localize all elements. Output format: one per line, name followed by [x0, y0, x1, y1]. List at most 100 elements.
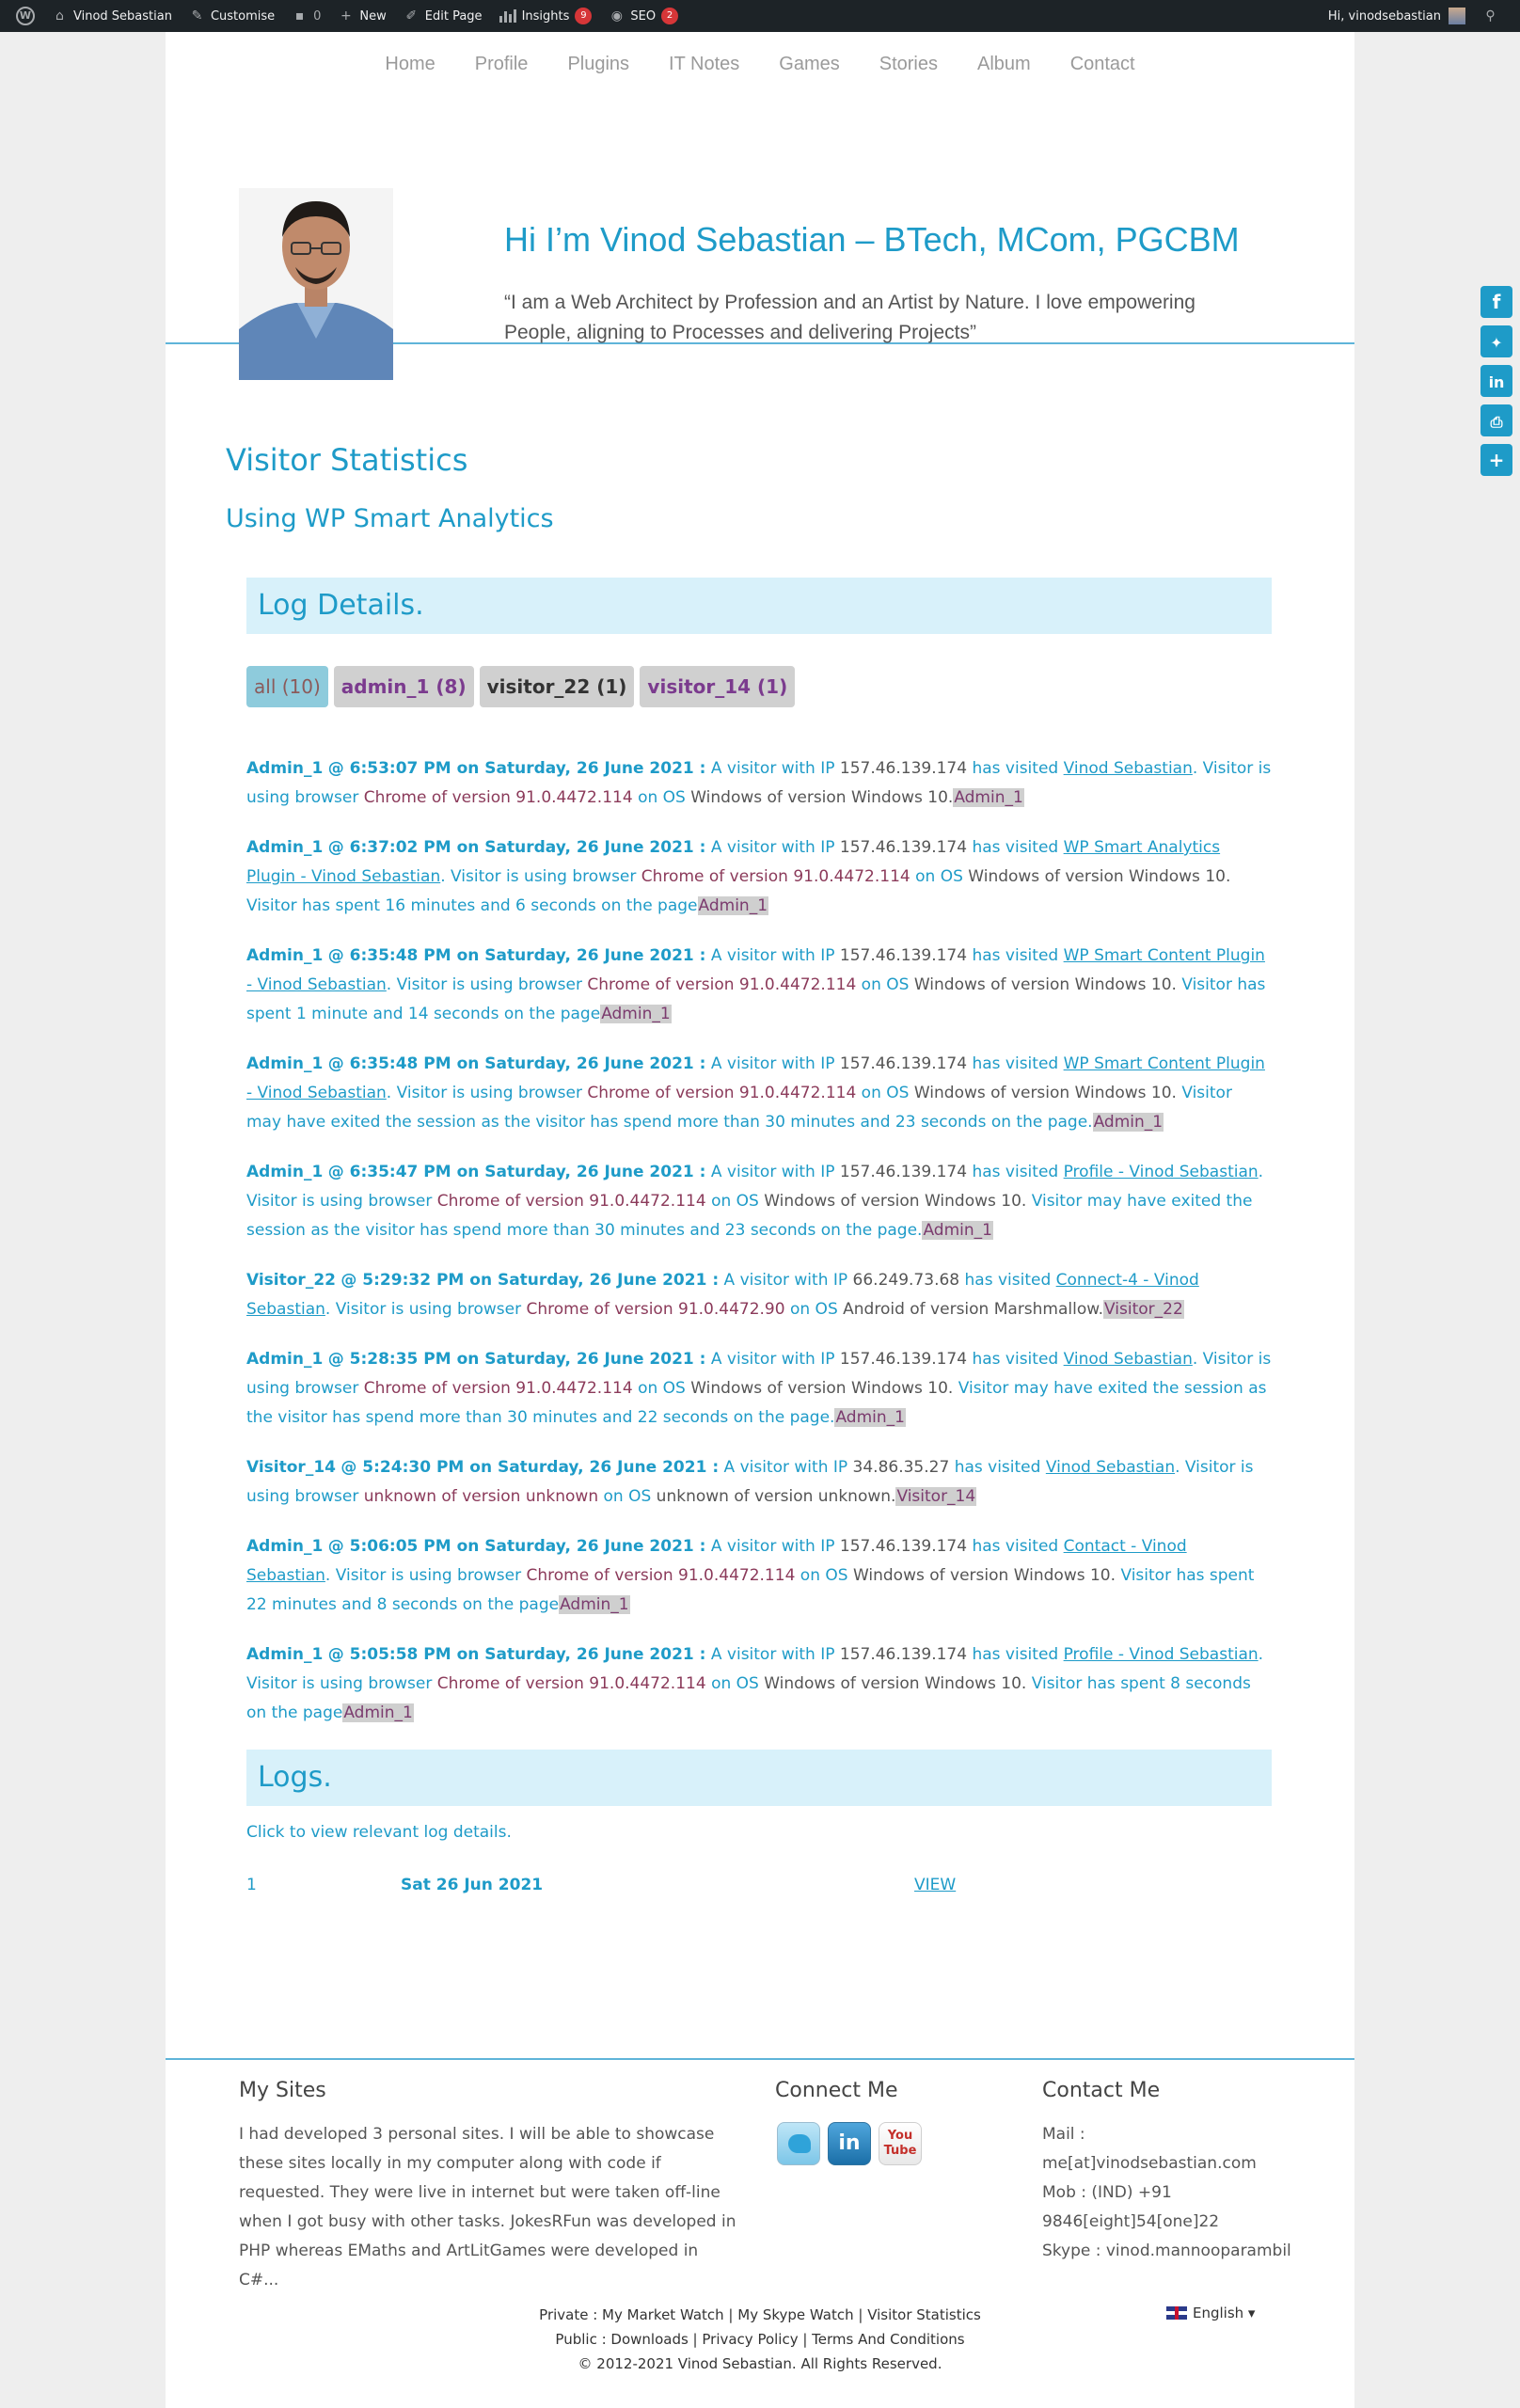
log-page-link[interactable]: Profile - Vinod Sebastian: [1064, 1645, 1259, 1664]
log-text: A visitor with IP: [705, 946, 840, 965]
twitter-share-button[interactable]: ✦: [1480, 325, 1512, 357]
print-share-button[interactable]: ⎙: [1480, 404, 1512, 436]
plus-icon: +: [340, 8, 352, 24]
search-button[interactable]: ⚲: [1474, 0, 1512, 32]
nav-item-contact[interactable]: Contact: [1051, 54, 1155, 75]
log-user-tag: Admin_1: [559, 1595, 630, 1614]
log-ip: 66.249.73.68: [852, 1271, 960, 1290]
log-text: on OS: [598, 1487, 657, 1506]
contact-line: me[at]vinodsebastian.com: [1042, 2154, 1257, 2173]
log-text: has visited: [967, 759, 1064, 778]
log-text: on OS: [705, 1674, 765, 1693]
home-icon: ⌂: [55, 8, 64, 24]
log-user: Admin_1: [246, 1350, 324, 1369]
log-ip: 157.46.139.174: [839, 1645, 968, 1664]
site-name-menu[interactable]: ⌂ Vinod Sebastian: [43, 0, 181, 32]
log-page-link[interactable]: Vinod Sebastian: [1064, 759, 1193, 778]
log-text: . Visitor is using browser: [440, 867, 641, 886]
log-ip: 157.46.139.174: [839, 1054, 968, 1073]
linkedin-icon: in: [1488, 373, 1505, 391]
log-page-link[interactable]: Vinod Sebastian: [1064, 1350, 1193, 1369]
comments-link[interactable]: ▪ 0: [283, 0, 329, 32]
view-log-link[interactable]: VIEW: [914, 1876, 956, 1894]
linkedin-share-button[interactable]: in: [1480, 365, 1512, 397]
twitter-link[interactable]: [777, 2122, 820, 2165]
nav-item-it-notes[interactable]: IT Notes: [649, 54, 759, 75]
log-user-tag: Admin_1: [834, 1408, 906, 1427]
filter-visitor-14[interactable]: visitor_14 (1): [640, 666, 796, 707]
log-time: @ 5:06:05 PM on Saturday, 26 June 2021 :: [327, 1537, 706, 1556]
log-text: A visitor with IP: [719, 1458, 853, 1477]
pencil-icon: ✐: [405, 8, 418, 24]
log-ip: 157.46.139.174: [839, 1163, 968, 1181]
log-text: has visited: [967, 1163, 1064, 1181]
language-switcher[interactable]: English ▾: [1166, 2305, 1255, 2321]
log-user-tag: Admin_1: [922, 1221, 993, 1240]
my-sites-text: I had developed 3 personal sites. I will…: [239, 2125, 736, 2289]
log-time: @ 5:24:30 PM on Saturday, 26 June 2021 :: [340, 1458, 720, 1477]
log-os: Windows of version Windows 10.: [968, 867, 1231, 886]
nav-item-profile[interactable]: Profile: [455, 54, 548, 75]
customise-link[interactable]: ✎ Customise: [181, 0, 283, 32]
log-page-link[interactable]: Profile - Vinod Sebastian: [1064, 1163, 1259, 1181]
tagline: “I am a Web Architect by Profession and …: [504, 292, 1195, 343]
log-user: Admin_1: [246, 1054, 324, 1073]
my-account-menu[interactable]: Hi, vinodsebastian: [1320, 0, 1474, 32]
log-text: on OS: [856, 975, 914, 994]
log-user-tag: Admin_1: [342, 1703, 414, 1722]
log-browser: Chrome of version 91.0.4472.114: [526, 1566, 796, 1585]
main-navigation: Home Profile Plugins IT Notes Games Stor…: [166, 32, 1354, 96]
public-links[interactable]: Public : Downloads | Privacy Policy | Te…: [166, 2327, 1354, 2352]
filter-visitor-22[interactable]: visitor_22 (1): [479, 666, 635, 707]
log-time: @ 5:29:32 PM on Saturday, 26 June 2021 :: [340, 1271, 720, 1290]
list-item: Visitor_22 @ 5:29:32 PM on Saturday, 26 …: [246, 1266, 1272, 1324]
log-time: @ 6:53:07 PM on Saturday, 26 June 2021 :: [327, 759, 706, 778]
person-portrait-icon: [239, 188, 393, 380]
log-text: on OS: [910, 867, 969, 886]
filter-admin-1[interactable]: admin_1 (8): [333, 666, 474, 707]
facebook-share-button[interactable]: f: [1480, 286, 1512, 318]
nav-item-album[interactable]: Album: [958, 54, 1051, 75]
log-text: has visited: [967, 946, 1064, 965]
log-browser: Chrome of version 91.0.4472.114: [641, 867, 910, 886]
linkedin-icon: in: [838, 2131, 861, 2155]
edit-page-link[interactable]: ✐ Edit Page: [395, 0, 491, 32]
filter-all[interactable]: all (10): [246, 666, 328, 707]
log-time: @ 5:05:58 PM on Saturday, 26 June 2021 :: [327, 1645, 706, 1664]
subheading: Using WP Smart Analytics: [226, 504, 554, 533]
wp-admin-bar: W ⌂ Vinod Sebastian ✎ Customise ▪ 0 + New ✐ E…: [0, 0, 1520, 32]
log-time: @ 6:35:47 PM on Saturday, 26 June 2021 :: [327, 1163, 706, 1181]
log-user-tag: Admin_1: [697, 896, 769, 915]
more-share-button[interactable]: +: [1480, 444, 1512, 476]
log-time: @ 6:35:48 PM on Saturday, 26 June 2021 :: [327, 946, 706, 965]
log-browser: Chrome of version 91.0.4472.114: [436, 1674, 706, 1693]
new-content-menu[interactable]: + New: [329, 0, 394, 32]
copyright: © 2012-2021 Vinod Sebastian. All Rights …: [578, 2355, 942, 2372]
log-page-link[interactable]: Vinod Sebastian: [1046, 1458, 1175, 1477]
log-text: has visited: [959, 1271, 1056, 1290]
wp-logo-menu[interactable]: W: [8, 0, 43, 32]
log-time: @ 6:37:02 PM on Saturday, 26 June 2021 :: [327, 838, 706, 857]
connect-me-title: Connect Me: [775, 2079, 898, 2102]
linkedin-link[interactable]: in: [828, 2122, 871, 2165]
list-item: Admin_1 @ 5:05:58 PM on Saturday, 26 Jun…: [246, 1640, 1272, 1728]
log-browser: Chrome of version 91.0.4472.90: [526, 1300, 785, 1319]
log-text: . Visitor is using browser: [325, 1566, 527, 1585]
nav-item-home[interactable]: Home: [365, 54, 454, 75]
log-user: Admin_1: [246, 946, 324, 965]
seo-menu[interactable]: ◉ SEO 2: [600, 0, 687, 32]
log-text: A visitor with IP: [705, 1054, 840, 1073]
log-ip: 157.46.139.174: [839, 759, 968, 778]
nav-item-plugins[interactable]: Plugins: [547, 54, 649, 75]
nav-item-games[interactable]: Games: [759, 54, 859, 75]
youtube-link[interactable]: You Tube: [879, 2122, 922, 2165]
log-text: A visitor with IP: [705, 838, 840, 857]
nav-item-stories[interactable]: Stories: [860, 54, 958, 75]
log-row-date: Sat 26 Jun 2021: [401, 1876, 544, 1894]
log-user-tag: Visitor_22: [1103, 1300, 1184, 1319]
log-os: Windows of version Windows 10.: [913, 975, 1177, 994]
twitter-icon: ✦: [1490, 334, 1503, 352]
list-item: Admin_1 @ 6:37:02 PM on Saturday, 26 Jun…: [246, 833, 1272, 921]
log-text: has visited: [967, 1350, 1064, 1369]
insights-menu[interactable]: Insights 9: [491, 0, 601, 32]
